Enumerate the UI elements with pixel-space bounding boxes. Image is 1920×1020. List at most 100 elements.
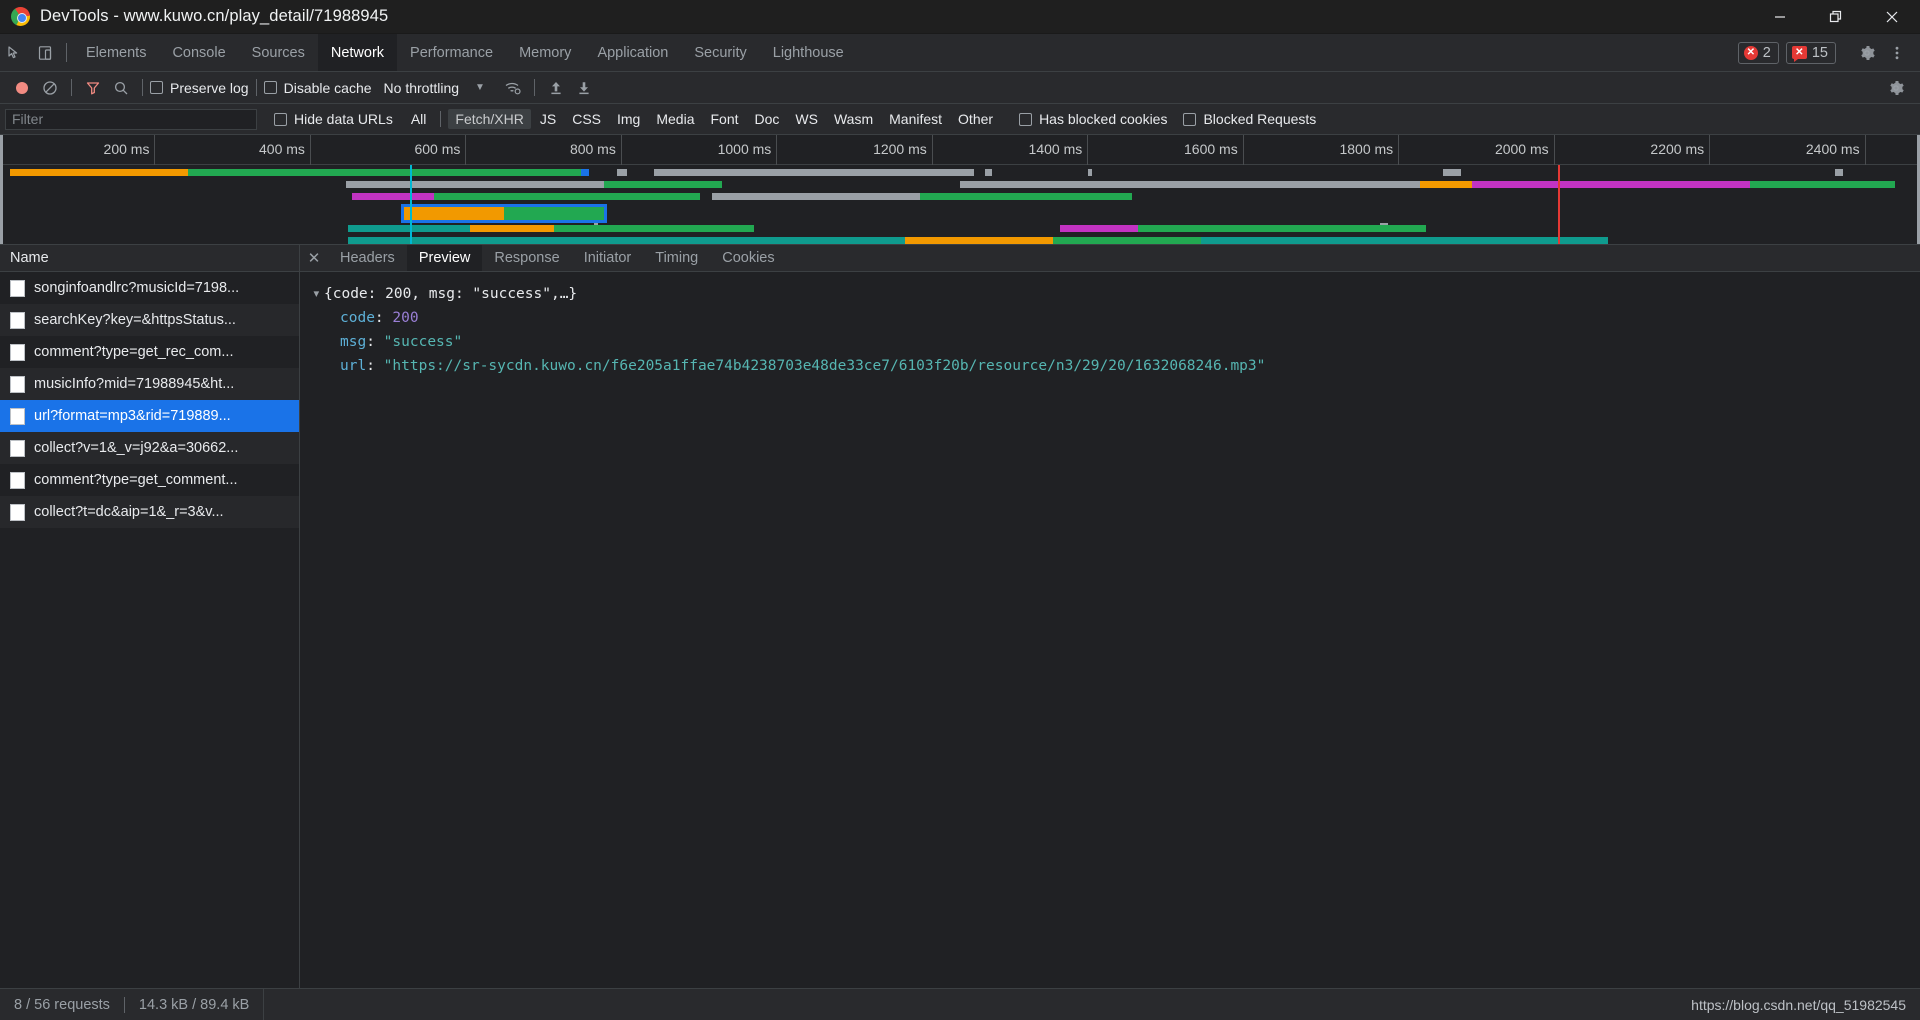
request-row[interactable]: musicInfo?mid=71988945&ht...	[0, 368, 299, 400]
overview-request-bar[interactable]	[654, 169, 974, 176]
request-name: searchKey?key=&httpsStatus...	[34, 312, 236, 328]
filter-chip-js[interactable]: JS	[533, 109, 563, 129]
request-row[interactable]: url?format=mp3&rid=719889...	[0, 400, 299, 432]
preserve-log-checkbox[interactable]: Preserve log	[150, 80, 249, 96]
hide-data-urls-checkbox[interactable]: Hide data URLs	[274, 111, 393, 127]
filter-chip-ws[interactable]: WS	[788, 109, 825, 129]
throttling-select[interactable]: No throttling	[384, 80, 459, 96]
network-overview[interactable]: 200 ms 400 ms 600 ms 800 ms 1000 ms 1200 ms 14…	[0, 135, 1920, 245]
tab-cookies[interactable]: Cookies	[710, 245, 786, 271]
tab-security[interactable]: Security	[681, 34, 759, 71]
request-list[interactable]: songinfoandlrc?musicId=7198... searchKey?…	[0, 272, 299, 988]
tab-initiator[interactable]: Initiator	[572, 245, 644, 271]
overview-request-bar[interactable]	[617, 169, 627, 176]
gear-icon[interactable]	[1882, 75, 1910, 101]
blocked-requests-checkbox[interactable]: Blocked Requests	[1183, 111, 1316, 127]
filter-input[interactable]	[5, 108, 257, 130]
toggle-device-toolbar-icon[interactable]	[30, 34, 60, 71]
has-blocked-cookies-checkbox[interactable]: Has blocked cookies	[1019, 111, 1167, 127]
tab-sources[interactable]: Sources	[239, 34, 318, 71]
overview-waterfall[interactable]	[0, 165, 1920, 244]
error-circle-icon: ✕	[1743, 45, 1758, 60]
request-row[interactable]: comment?type=get_rec_com...	[0, 336, 299, 368]
disable-cache-label: Disable cache	[283, 79, 372, 96]
overview-request-bar[interactable]	[10, 169, 589, 176]
json-key: code	[340, 310, 375, 326]
restore-icon[interactable]	[1808, 0, 1864, 34]
tab-performance[interactable]: Performance	[397, 34, 506, 71]
overview-request-bar[interactable]	[348, 225, 754, 232]
error-count-badge[interactable]: ✕ 2	[1737, 41, 1779, 64]
request-name: collect?t=dc&aip=1&_r=3&v...	[34, 504, 224, 520]
filter-chip-font[interactable]: Font	[703, 109, 745, 129]
disable-cache-checkbox[interactable]: Disable cache	[263, 79, 372, 96]
filter-chip-fetch-xhr[interactable]: Fetch/XHR	[448, 109, 531, 129]
issues-count-badge[interactable]: ✕ 15	[1785, 41, 1836, 64]
overview-request-bar[interactable]	[1443, 169, 1461, 176]
json-key: msg	[340, 334, 367, 350]
import-har-icon[interactable]	[542, 75, 570, 101]
request-row[interactable]: searchKey?key=&httpsStatus...	[0, 304, 299, 336]
overview-request-bar[interactable]	[1835, 169, 1843, 176]
request-row[interactable]: songinfoandlrc?musicId=7198...	[0, 272, 299, 304]
tab-memory[interactable]: Memory	[506, 34, 584, 71]
wifi-settings-icon[interactable]	[499, 75, 527, 101]
tab-console[interactable]: Console	[159, 34, 238, 71]
disable-cache-box	[263, 81, 277, 94]
chevron-down-icon[interactable]: ▼	[475, 82, 485, 93]
toolbar-divider-3	[255, 79, 257, 96]
overview-request-bar[interactable]	[712, 193, 1132, 200]
overview-request-bar[interactable]	[985, 169, 992, 176]
json-property-row[interactable]: code: 200	[300, 306, 1920, 330]
filter-chip-wasm[interactable]: Wasm	[827, 109, 880, 129]
json-property-row[interactable]: url: "https://sr-sycdn.kuwo.cn/f6e205a1f…	[300, 354, 1920, 378]
overview-request-bar[interactable]	[1060, 225, 1426, 232]
tab-timing[interactable]: Timing	[643, 245, 710, 271]
window-controls	[1752, 0, 1920, 34]
filter-chip-other[interactable]: Other	[951, 109, 1000, 129]
close-icon[interactable]	[1864, 0, 1920, 34]
tab-preview[interactable]: Preview	[406, 245, 483, 271]
request-detail-panel: ✕ Headers Preview Response Initiator Tim…	[300, 245, 1920, 988]
overview-bar-segment	[1750, 181, 1895, 188]
filter-funnel-icon[interactable]	[79, 75, 107, 101]
tab-response[interactable]: Response	[482, 245, 571, 271]
message-error-icon: ✕	[1791, 46, 1807, 62]
json-preview[interactable]: ▾ {code: 200, msg: "success",…} code: 200 m…	[300, 272, 1920, 988]
overview-request-bar[interactable]	[960, 181, 1895, 188]
overview-request-bar[interactable]	[1088, 169, 1092, 176]
overview-request-bar[interactable]	[346, 181, 722, 188]
filter-chip-manifest[interactable]: Manifest	[882, 109, 949, 129]
overview-left-handle[interactable]	[0, 135, 3, 244]
request-row[interactable]: collect?t=dc&aip=1&_r=3&v...	[0, 496, 299, 528]
gear-icon[interactable]	[1852, 44, 1882, 62]
filter-chip-all[interactable]: All	[404, 109, 434, 129]
overview-request-bar[interactable]	[352, 193, 700, 200]
minimize-icon[interactable]	[1752, 0, 1808, 34]
search-icon[interactable]	[107, 75, 135, 101]
triangle-down-icon[interactable]: ▾	[312, 282, 324, 306]
tab-headers[interactable]: Headers	[328, 245, 407, 271]
tab-network[interactable]: Network	[317, 34, 398, 71]
clear-network-log-icon[interactable]	[36, 75, 64, 101]
tab-elements[interactable]: Elements	[73, 34, 159, 71]
tab-lighthouse[interactable]: Lighthouse	[760, 34, 857, 71]
close-icon[interactable]: ✕	[300, 245, 328, 271]
filter-chip-media[interactable]: Media	[649, 109, 701, 129]
json-property-row[interactable]: msg: "success"	[300, 330, 1920, 354]
overview-request-bar[interactable]	[905, 237, 1201, 244]
filter-chip-doc[interactable]: Doc	[748, 109, 787, 129]
json-root-summary[interactable]: ▾ {code: 200, msg: "success",…}	[300, 282, 1920, 306]
request-row[interactable]: comment?type=get_comment...	[0, 464, 299, 496]
record-stop-icon[interactable]	[8, 75, 36, 101]
more-vertical-icon[interactable]	[1882, 45, 1912, 61]
filter-chip-img[interactable]: Img	[610, 109, 647, 129]
overview-request-bar[interactable]	[401, 204, 607, 223]
filter-chip-css[interactable]: CSS	[565, 109, 608, 129]
inspect-element-icon[interactable]	[0, 34, 30, 71]
request-row[interactable]: collect?v=1&_v=j92&a=30662...	[0, 432, 299, 464]
tab-application[interactable]: Application	[584, 34, 681, 71]
request-column-header[interactable]: Name	[0, 245, 299, 272]
export-har-icon[interactable]	[570, 75, 598, 101]
overview-bar-segment	[346, 181, 604, 188]
